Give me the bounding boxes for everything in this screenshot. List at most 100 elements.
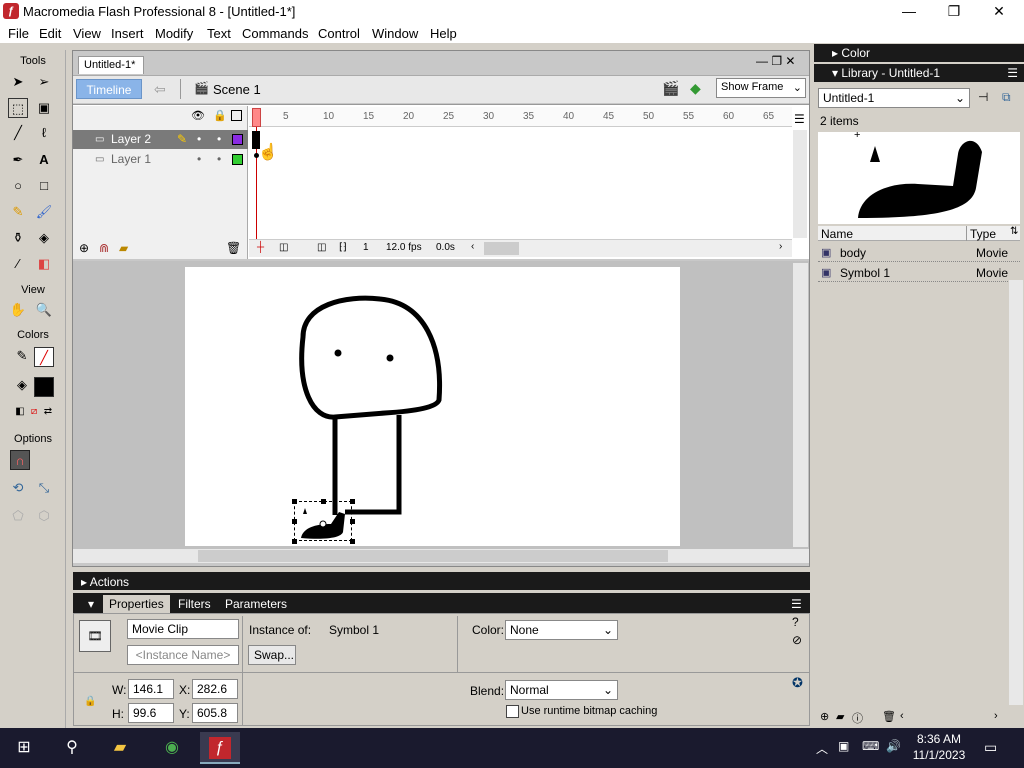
col-type-header[interactable]: Type bbox=[970, 227, 996, 241]
delete-icon[interactable]: 🗑 bbox=[882, 710, 896, 723]
color-effect-select[interactable]: None ⌄ bbox=[505, 620, 618, 640]
x-input[interactable]: 282.6 bbox=[192, 679, 238, 699]
layer-color-swatch[interactable] bbox=[232, 134, 243, 145]
instance-name-input[interactable]: <Instance Name> bbox=[127, 645, 239, 665]
lasso-tool-icon[interactable]: ℓ bbox=[34, 123, 54, 143]
add-motion-guide-icon[interactable]: ⋒ bbox=[99, 241, 109, 255]
onion-skin-icon[interactable]: ◫ bbox=[279, 242, 288, 253]
center-frame-icon[interactable]: ┼ bbox=[257, 242, 264, 253]
outline-icon[interactable] bbox=[231, 110, 242, 121]
taskbar-clock[interactable]: 8:36 AM 11/1/2023 bbox=[905, 731, 973, 763]
lock-icon[interactable]: 🔒 bbox=[213, 109, 227, 122]
y-input[interactable]: 605.8 bbox=[192, 703, 238, 723]
accessibility-icon[interactable]: ✪ bbox=[792, 675, 803, 691]
frame-ruler[interactable]: 15101520253035404550556065 bbox=[249, 107, 792, 127]
file-explorer-icon[interactable]: ▰ bbox=[100, 732, 140, 764]
insert-layer-icon[interactable]: ⊕ bbox=[79, 241, 89, 255]
symbol-type-select[interactable]: Movie Clip bbox=[127, 619, 239, 639]
gradient-transform-tool-icon[interactable]: ▣ bbox=[34, 98, 54, 118]
search-icon[interactable]: ⚲ bbox=[52, 732, 92, 764]
arrow-tool-icon[interactable]: ➤ bbox=[8, 72, 28, 92]
scale-icon[interactable]: ⤡ bbox=[34, 478, 54, 498]
paint-bucket-tool-icon[interactable]: ◈ bbox=[34, 228, 54, 248]
timeline-hscroll-thumb[interactable] bbox=[484, 242, 519, 255]
subselect-tool-icon[interactable]: ➢ bbox=[34, 72, 54, 92]
start-button-icon[interactable]: ⊞ bbox=[4, 732, 44, 764]
document-tab[interactable]: Untitled-1* bbox=[78, 56, 144, 74]
edit-symbols-icon[interactable]: ◆ bbox=[690, 80, 701, 97]
oval-tool-icon[interactable]: ○ bbox=[8, 176, 28, 196]
menu-file[interactable]: File bbox=[8, 26, 29, 41]
menu-insert[interactable]: Insert bbox=[111, 26, 144, 41]
properties-icon[interactable]: ⓘ bbox=[852, 710, 863, 726]
library-panel-header[interactable]: ▾ Library - Untitled-1 ☰ bbox=[814, 64, 1024, 82]
scroll-right-icon[interactable]: › bbox=[994, 710, 998, 722]
col-name-header[interactable]: Name bbox=[821, 227, 853, 241]
volume-icon[interactable]: 🔊 bbox=[886, 739, 901, 753]
layer-row-1[interactable]: ▭ Layer 1 • • bbox=[73, 150, 248, 169]
pencil-tool-icon[interactable]: ✎ bbox=[8, 202, 28, 222]
close-button[interactable]: ✕ bbox=[976, 0, 1022, 23]
insert-folder-icon[interactable]: ▰ bbox=[119, 241, 128, 255]
network-icon[interactable]: ⌨ bbox=[862, 739, 879, 753]
constrain-lock-icon[interactable]: 🔒 bbox=[84, 696, 96, 707]
menu-text[interactable]: Text bbox=[207, 26, 231, 41]
new-folder-icon[interactable]: ▰ bbox=[836, 710, 844, 723]
stage-vscroll[interactable] bbox=[793, 263, 808, 547]
blend-select[interactable]: Normal ⌄ bbox=[505, 680, 618, 700]
edit-scene-icon[interactable]: 🎬 bbox=[662, 80, 679, 97]
menu-help[interactable]: Help bbox=[430, 26, 457, 41]
maximize-button[interactable]: ❐ bbox=[931, 0, 977, 23]
tray-app-icon[interactable]: ▣ bbox=[838, 739, 849, 753]
timeline-menu-icon[interactable]: ☰ bbox=[794, 112, 805, 126]
eye-icon[interactable]: 👁 bbox=[191, 109, 205, 122]
brush-tool-icon[interactable]: 🖌 bbox=[34, 202, 54, 222]
rotate-skew-icon[interactable]: ⟲ bbox=[8, 478, 28, 498]
new-library-panel-icon[interactable]: ⧉ bbox=[1002, 90, 1011, 105]
pen-tool-icon[interactable]: ✒ bbox=[8, 150, 28, 170]
edit-icon[interactable]: ⊘ bbox=[792, 633, 802, 647]
sort-icon[interactable]: ⇅ bbox=[1010, 226, 1018, 237]
scroll-left-icon[interactable]: ‹ bbox=[471, 241, 474, 252]
properties-menu-icon[interactable]: ☰ bbox=[791, 597, 802, 611]
scroll-right-icon[interactable]: › bbox=[779, 241, 782, 252]
width-input[interactable]: 146.1 bbox=[128, 679, 174, 699]
stroke-color-icon[interactable]: ✎ bbox=[12, 346, 32, 366]
minimize-button[interactable]: — bbox=[886, 0, 932, 23]
actions-panel-header[interactable]: ▸ Actions bbox=[73, 572, 810, 590]
layer-color-swatch[interactable] bbox=[232, 154, 243, 165]
playhead[interactable] bbox=[252, 108, 261, 127]
height-input[interactable]: 99.6 bbox=[128, 703, 174, 723]
layer-row-2[interactable]: ▭ Layer 2 ✎ • • bbox=[73, 130, 248, 149]
hand-tool-icon[interactable]: ✋ bbox=[8, 300, 28, 320]
fill-color-swatch[interactable] bbox=[34, 377, 54, 397]
library-item-symbol1[interactable]: ▣ Symbol 1 Movie bbox=[818, 264, 1020, 282]
onion-outline-icon[interactable]: ◫ bbox=[317, 242, 326, 253]
menu-commands[interactable]: Commands bbox=[242, 26, 308, 41]
edit-multiple-frames-icon[interactable]: ⁅⁆ bbox=[339, 242, 347, 253]
timeline-toggle-button[interactable]: Timeline bbox=[76, 79, 142, 99]
library-item-body[interactable]: ▣ body Movie bbox=[818, 244, 1020, 262]
new-symbol-icon[interactable]: ⊕ bbox=[820, 710, 829, 723]
eraser-tool-icon[interactable]: ◧ bbox=[34, 254, 54, 274]
rectangle-tool-icon[interactable]: □ bbox=[34, 176, 54, 196]
notifications-icon[interactable]: ▭ bbox=[984, 739, 997, 756]
tab-properties[interactable]: Properties bbox=[103, 595, 170, 613]
snap-magnet-icon[interactable]: ∩ bbox=[10, 450, 30, 470]
ink-bottle-tool-icon[interactable]: ⚱ bbox=[8, 228, 28, 248]
bitmap-caching-checkbox[interactable] bbox=[506, 705, 519, 718]
menu-edit[interactable]: Edit bbox=[39, 26, 61, 41]
eyedropper-tool-icon[interactable]: ⁄ bbox=[8, 254, 28, 274]
swap-colors-icon[interactable]: ⇄ bbox=[38, 402, 58, 422]
tab-parameters[interactable]: Parameters bbox=[225, 597, 287, 611]
swap-button[interactable]: Swap... bbox=[248, 645, 296, 665]
stroke-color-swatch[interactable]: ╱ bbox=[34, 347, 54, 367]
menu-view[interactable]: View bbox=[73, 26, 101, 41]
scroll-left-icon[interactable]: ‹ bbox=[900, 710, 904, 722]
stage[interactable] bbox=[185, 267, 680, 546]
fill-color-icon[interactable]: ◈ bbox=[12, 375, 32, 395]
timeline-vscroll[interactable] bbox=[793, 130, 807, 238]
menu-modify[interactable]: Modify bbox=[155, 26, 193, 41]
color-panel-header[interactable]: ▸ Color bbox=[814, 44, 1024, 62]
flash-taskbar-icon[interactable]: ƒ bbox=[200, 732, 240, 764]
